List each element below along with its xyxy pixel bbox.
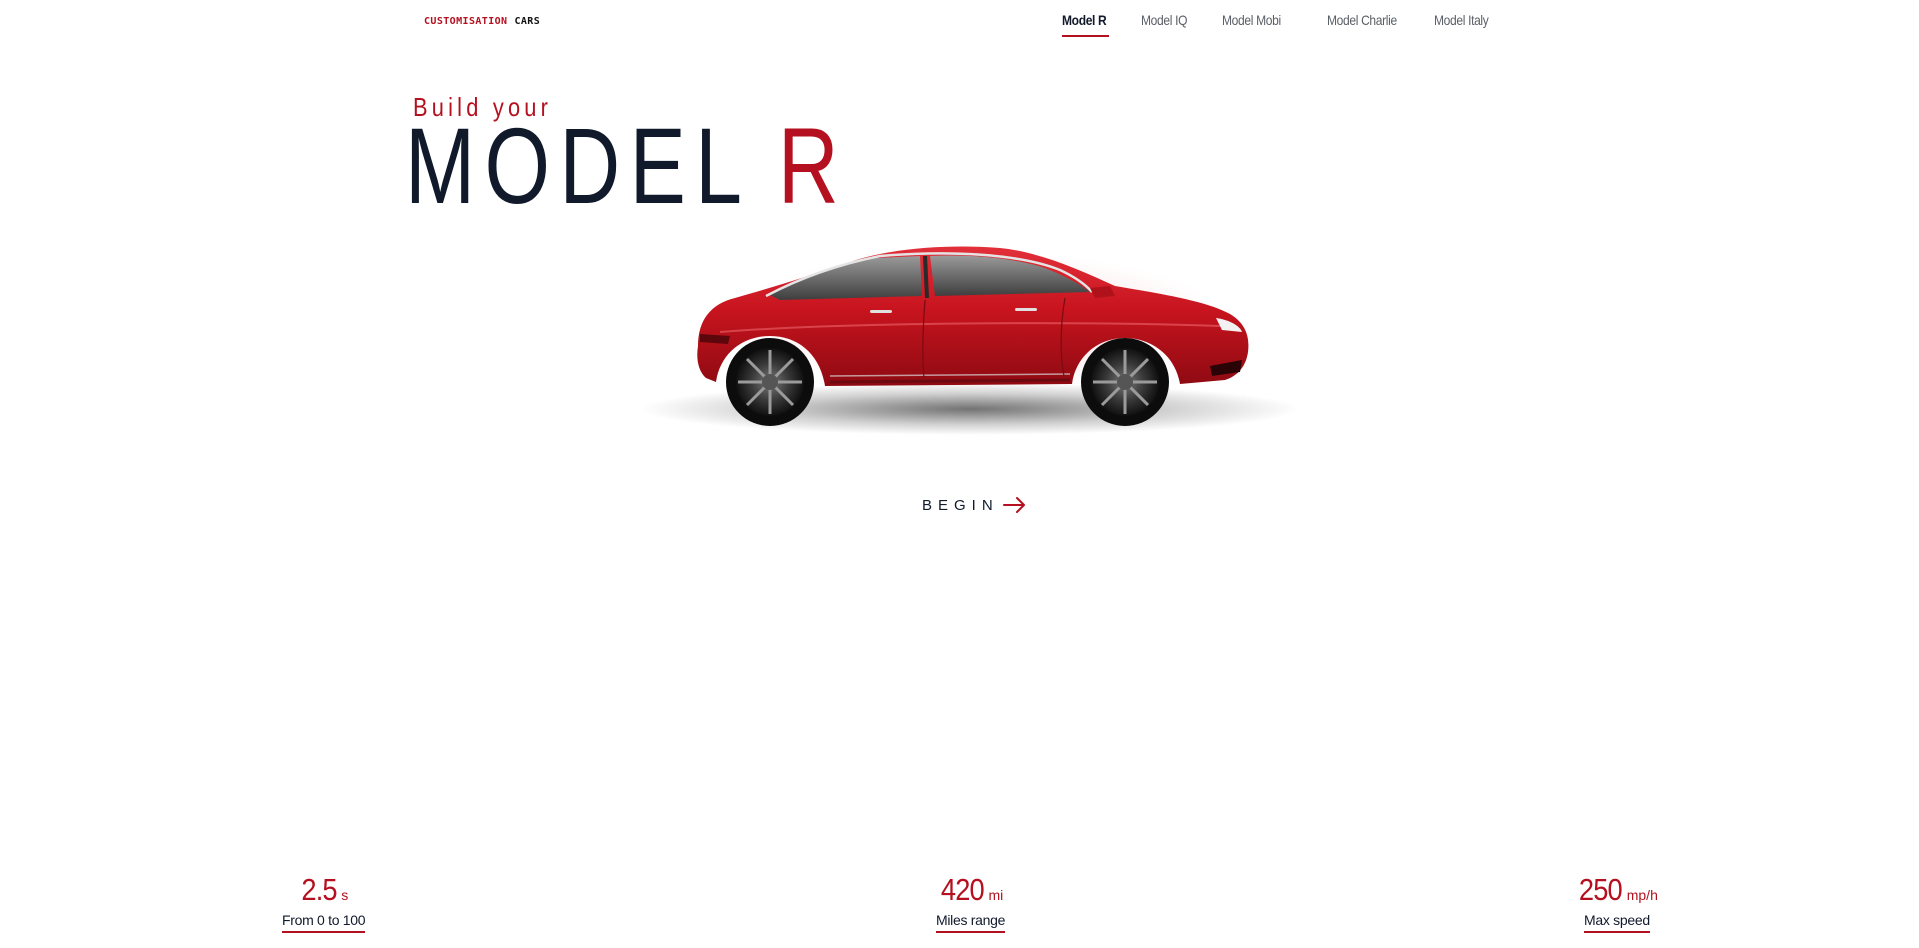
nav-active-indicator	[1062, 35, 1109, 37]
hero-title-word: MODEL	[405, 105, 752, 226]
hero-title: MODEL R	[405, 112, 848, 220]
stat-range-unit: mi	[988, 887, 1004, 903]
begin-button-label: BEGIN	[922, 496, 999, 514]
stat-acceleration-number: 2.5	[301, 872, 337, 907]
stat-acceleration-unit: s	[341, 887, 349, 903]
arrow-right-icon	[1002, 497, 1025, 513]
stat-range-label: Miles range	[936, 912, 1005, 933]
stat-range: 420 mi Miles range	[936, 872, 1005, 933]
stat-max-speed-value: 250 mp/h	[1576, 872, 1658, 908]
nav-item-model-mobi[interactable]: Model Mobi	[1222, 12, 1281, 28]
model-nav: Model R Model IQ Model Mobi Model Charli…	[0, 12, 1919, 38]
stat-max-speed-label: Max speed	[1584, 912, 1650, 933]
stat-max-speed-unit: mp/h	[1626, 887, 1658, 903]
front-wheel	[1081, 338, 1169, 426]
stat-range-value: 420 mi	[936, 872, 1005, 908]
stat-range-number: 420	[940, 872, 985, 907]
stat-acceleration-label: From 0 to 100	[282, 912, 366, 933]
stat-max-speed-number: 250	[1578, 872, 1623, 907]
stat-acceleration-value: 2.5 s	[282, 872, 365, 908]
nav-item-model-r[interactable]: Model R	[1062, 12, 1107, 28]
stat-max-speed: 250 mp/h Max speed	[1576, 872, 1658, 933]
nav-item-model-charlie[interactable]: Model Charlie	[1327, 12, 1397, 28]
stat-acceleration: 2.5 s From 0 to 100	[282, 872, 366, 933]
nav-item-model-italy[interactable]: Model Italy	[1434, 12, 1489, 28]
begin-button[interactable]: BEGIN	[922, 496, 1027, 514]
hero-title-letter: R	[777, 105, 849, 226]
car-image	[620, 226, 1320, 476]
nav-item-model-iq[interactable]: Model IQ	[1141, 12, 1187, 28]
rear-wheel	[726, 338, 814, 426]
